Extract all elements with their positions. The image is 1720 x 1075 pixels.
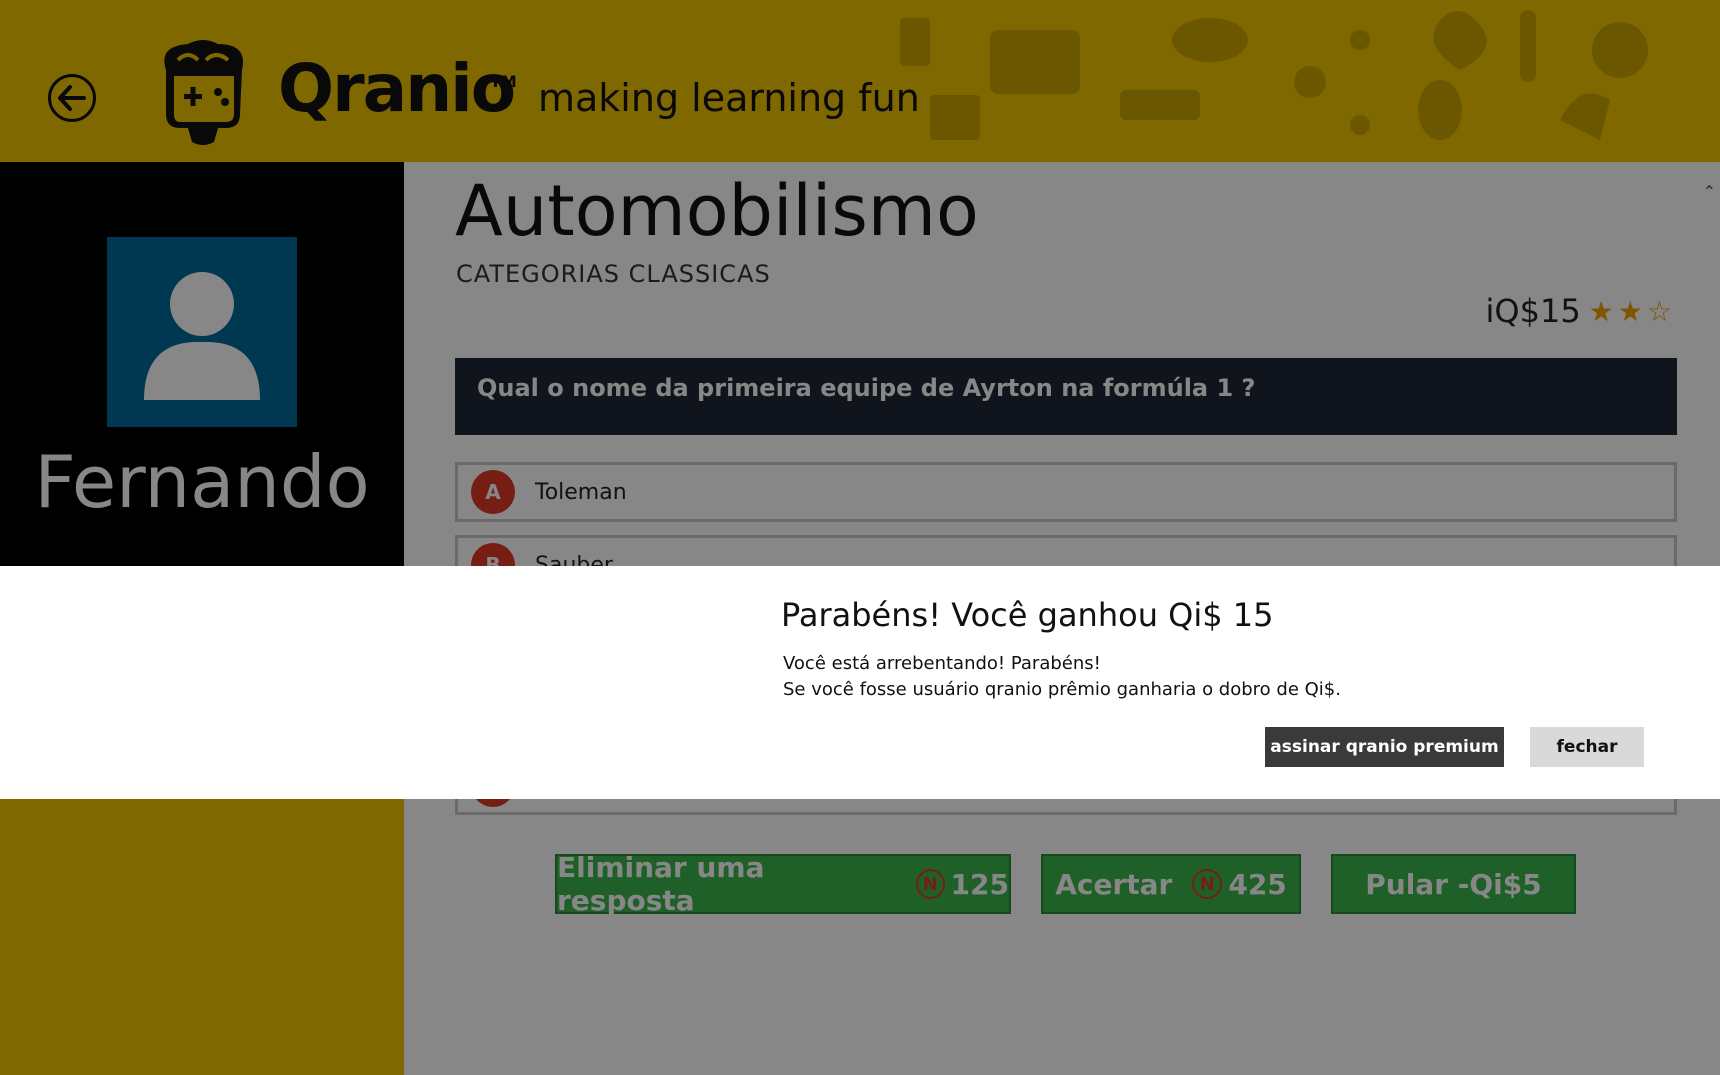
subscribe-premium-button[interactable]: assinar qranio premium (1265, 727, 1504, 767)
dialog-message-line-2: Se você fosse usuário qranio prêmio ganh… (783, 679, 1341, 700)
modal-backdrop[interactable] (0, 0, 1720, 1075)
dialog-title: Parabéns! Você ganhou Qi$ 15 (781, 596, 1274, 634)
close-dialog-button[interactable]: fechar (1530, 727, 1644, 767)
dialog-message-line-1: Você está arrebentando! Parabéns! (783, 653, 1101, 674)
